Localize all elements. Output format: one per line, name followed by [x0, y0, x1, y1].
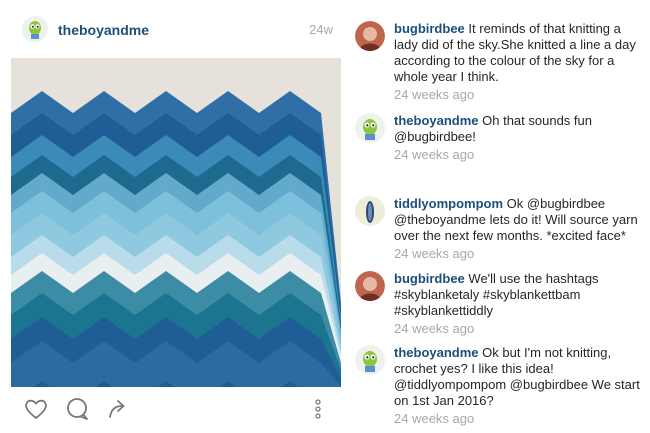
- avatar[interactable]: [355, 345, 385, 375]
- comment-body: theboyandme Oh that sounds fun @bugbirdb…: [394, 113, 644, 163]
- comment-body: theboyandme Ok but I'm not knitting, cro…: [394, 345, 644, 427]
- comment-time: 24 weeks ago: [394, 147, 475, 162]
- comment-username[interactable]: theboyandme: [394, 113, 479, 128]
- avatar[interactable]: [355, 113, 385, 143]
- comment-username[interactable]: theboyandme: [394, 345, 479, 360]
- speech-bubble-icon[interactable]: [63, 395, 91, 423]
- avatar[interactable]: [355, 196, 385, 226]
- comment-time: 24 weeks ago: [394, 321, 475, 336]
- comment-time: 24 weeks ago: [394, 87, 475, 102]
- comments-panel: bugbirdbee It reminds of that knitting a…: [345, 0, 650, 433]
- share-arrow-icon[interactable]: [104, 395, 132, 423]
- post-username[interactable]: theboyandme: [58, 22, 149, 38]
- comment-time: 24 weeks ago: [394, 246, 475, 261]
- avatar[interactable]: [355, 21, 385, 51]
- post-header: theboyandme 24w: [0, 0, 345, 58]
- comment-username[interactable]: tiddlyompompom: [394, 196, 503, 211]
- post-time-ago: 24w: [309, 22, 333, 37]
- heart-outline-icon[interactable]: [22, 395, 50, 423]
- comment-body: tiddlyompompom Ok @bugbirdbee @theboyand…: [394, 196, 644, 262]
- avatar[interactable]: [355, 271, 385, 301]
- post-actions: [0, 387, 345, 433]
- vertical-ellipsis-icon[interactable]: [311, 395, 325, 423]
- comment-username[interactable]: bugbirdbee: [394, 271, 465, 286]
- crochet-blanket-image: [11, 58, 341, 387]
- comment-body: bugbirdbee We'll use the hashtags #skybl…: [394, 271, 644, 337]
- comment-time: 24 weeks ago: [394, 411, 475, 426]
- post-photo[interactable]: [11, 58, 341, 387]
- comment-username[interactable]: bugbirdbee: [394, 21, 465, 36]
- comment-body: bugbirdbee It reminds of that knitting a…: [394, 21, 644, 103]
- avatar[interactable]: [22, 16, 48, 42]
